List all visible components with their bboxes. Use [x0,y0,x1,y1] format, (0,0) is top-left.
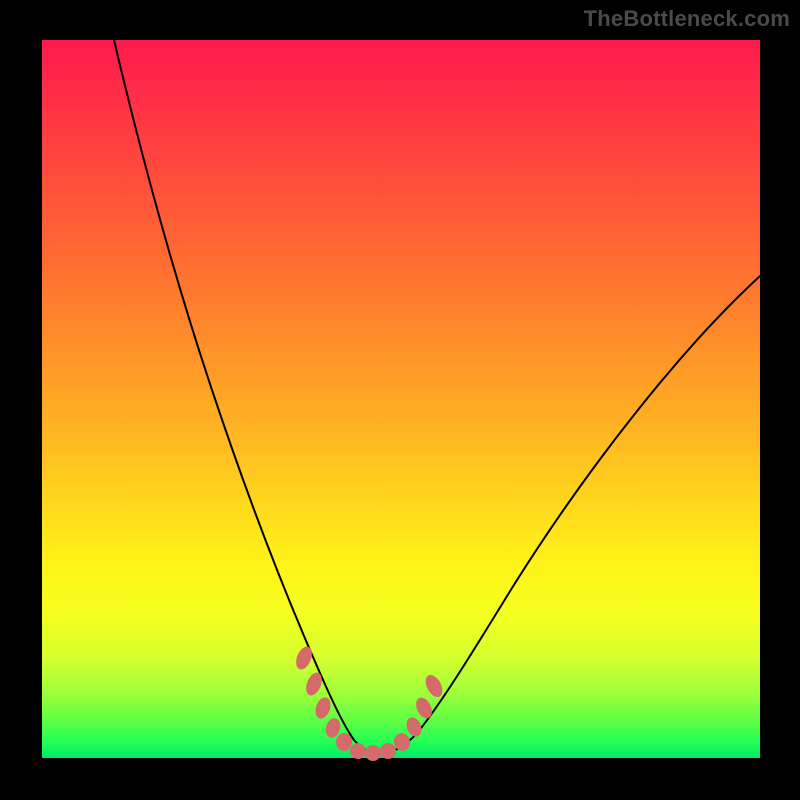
chart-stage: TheBottleneck.com [0,0,800,800]
bottleneck-curve [114,40,760,753]
watermark-text: TheBottleneck.com [584,6,790,32]
curve-svg [42,40,760,758]
plot-area [42,40,760,758]
